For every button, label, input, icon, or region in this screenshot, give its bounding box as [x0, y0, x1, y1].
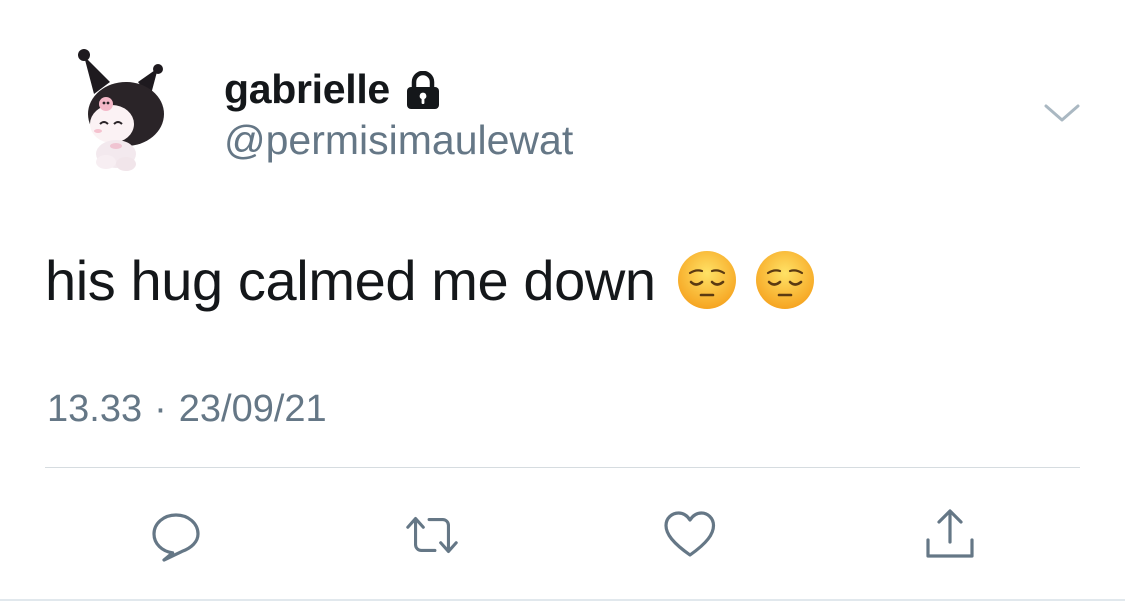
tweet-time: 13.33	[47, 387, 143, 430]
reply-icon	[152, 513, 200, 562]
reply-button[interactable]	[146, 506, 206, 564]
retweet-button[interactable]	[402, 506, 462, 564]
author-name-row[interactable]: gabrielle	[224, 64, 442, 114]
share-button[interactable]	[920, 506, 980, 564]
pensive-face-emoji	[755, 251, 814, 309]
tweet-date: 23/09/21	[178, 387, 327, 430]
tweet-timestamp[interactable]: 13.33 · 23/09/21	[47, 386, 327, 432]
tweet-card: gabrielle @permisimaulewat his hug calme…	[0, 0, 1125, 601]
author-handle[interactable]: @permisimaulewat	[224, 117, 573, 164]
lock-icon	[406, 71, 439, 109]
timestamp-separator: ·	[154, 387, 167, 430]
kuromi-avatar-image	[78, 49, 164, 171]
chevron-down-icon[interactable]	[1040, 98, 1084, 128]
tweet-body: his hug calmed me down	[45, 248, 816, 312]
like-button[interactable]	[660, 506, 720, 564]
divider	[45, 467, 1080, 468]
retweet-icon	[406, 517, 458, 553]
avatar[interactable]	[72, 42, 172, 178]
pensive-face-emoji	[677, 251, 736, 309]
share-icon	[926, 509, 974, 558]
tweet-text: his hug calmed me down	[45, 248, 656, 312]
display-name[interactable]: gabrielle	[224, 66, 390, 113]
heart-icon	[664, 511, 716, 557]
